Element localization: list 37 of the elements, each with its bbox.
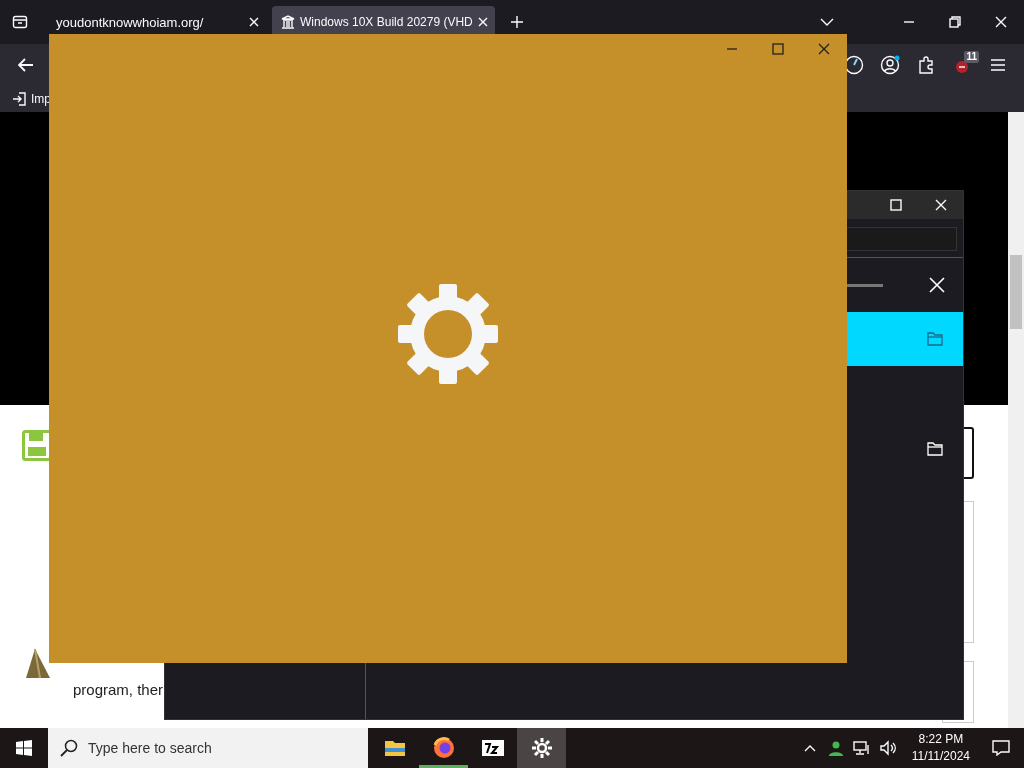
browser-tab[interactable]: youdontknowwhoiam.org/ bbox=[40, 6, 268, 38]
scrollbar-thumb[interactable] bbox=[1010, 255, 1022, 329]
sign-in-icon bbox=[12, 92, 26, 106]
fox-globe-icon bbox=[431, 736, 456, 760]
gauge-icon[interactable] bbox=[844, 55, 864, 75]
tab-list-icon[interactable] bbox=[12, 14, 28, 30]
scrollbar[interactable] bbox=[1008, 112, 1024, 728]
extension-badge: 11 bbox=[964, 51, 979, 63]
windows-logo-icon[interactable] bbox=[16, 740, 32, 756]
person-icon[interactable] bbox=[827, 740, 844, 756]
paragraph-text: program, ther bbox=[73, 681, 164, 698]
gear-icon bbox=[398, 283, 498, 384]
close-icon[interactable] bbox=[476, 16, 489, 28]
account-icon[interactable] bbox=[880, 55, 900, 75]
folder-icon bbox=[927, 442, 943, 456]
plus-icon[interactable] bbox=[509, 15, 524, 29]
building-icon bbox=[280, 14, 296, 30]
pyramid-icon bbox=[25, 648, 51, 680]
menu-icon[interactable] bbox=[990, 58, 1006, 72]
speaker-icon[interactable] bbox=[878, 740, 897, 756]
search-field[interactable]: Type here to search bbox=[48, 728, 368, 768]
maximize-icon[interactable] bbox=[772, 43, 784, 55]
restore-icon[interactable] bbox=[949, 16, 961, 28]
chevron-down-icon[interactable] bbox=[820, 17, 834, 27]
folder-icon bbox=[927, 332, 943, 346]
back-arrow-icon[interactable] bbox=[18, 58, 34, 72]
network-icon[interactable] bbox=[852, 740, 871, 756]
notification-icon[interactable] bbox=[992, 740, 1010, 756]
clock-time: 8:22 PM bbox=[918, 731, 964, 748]
clock[interactable]: 8:22 PM 11/11/2024 bbox=[903, 731, 978, 765]
gear-icon bbox=[529, 736, 554, 760]
taskbar-app[interactable] bbox=[517, 728, 566, 768]
chevron-up-icon[interactable] bbox=[803, 744, 816, 752]
clock-date: 11/11/2024 bbox=[911, 748, 970, 765]
puzzle-icon[interactable] bbox=[917, 56, 935, 74]
close-icon[interactable] bbox=[818, 43, 830, 55]
search-icon bbox=[60, 739, 78, 757]
